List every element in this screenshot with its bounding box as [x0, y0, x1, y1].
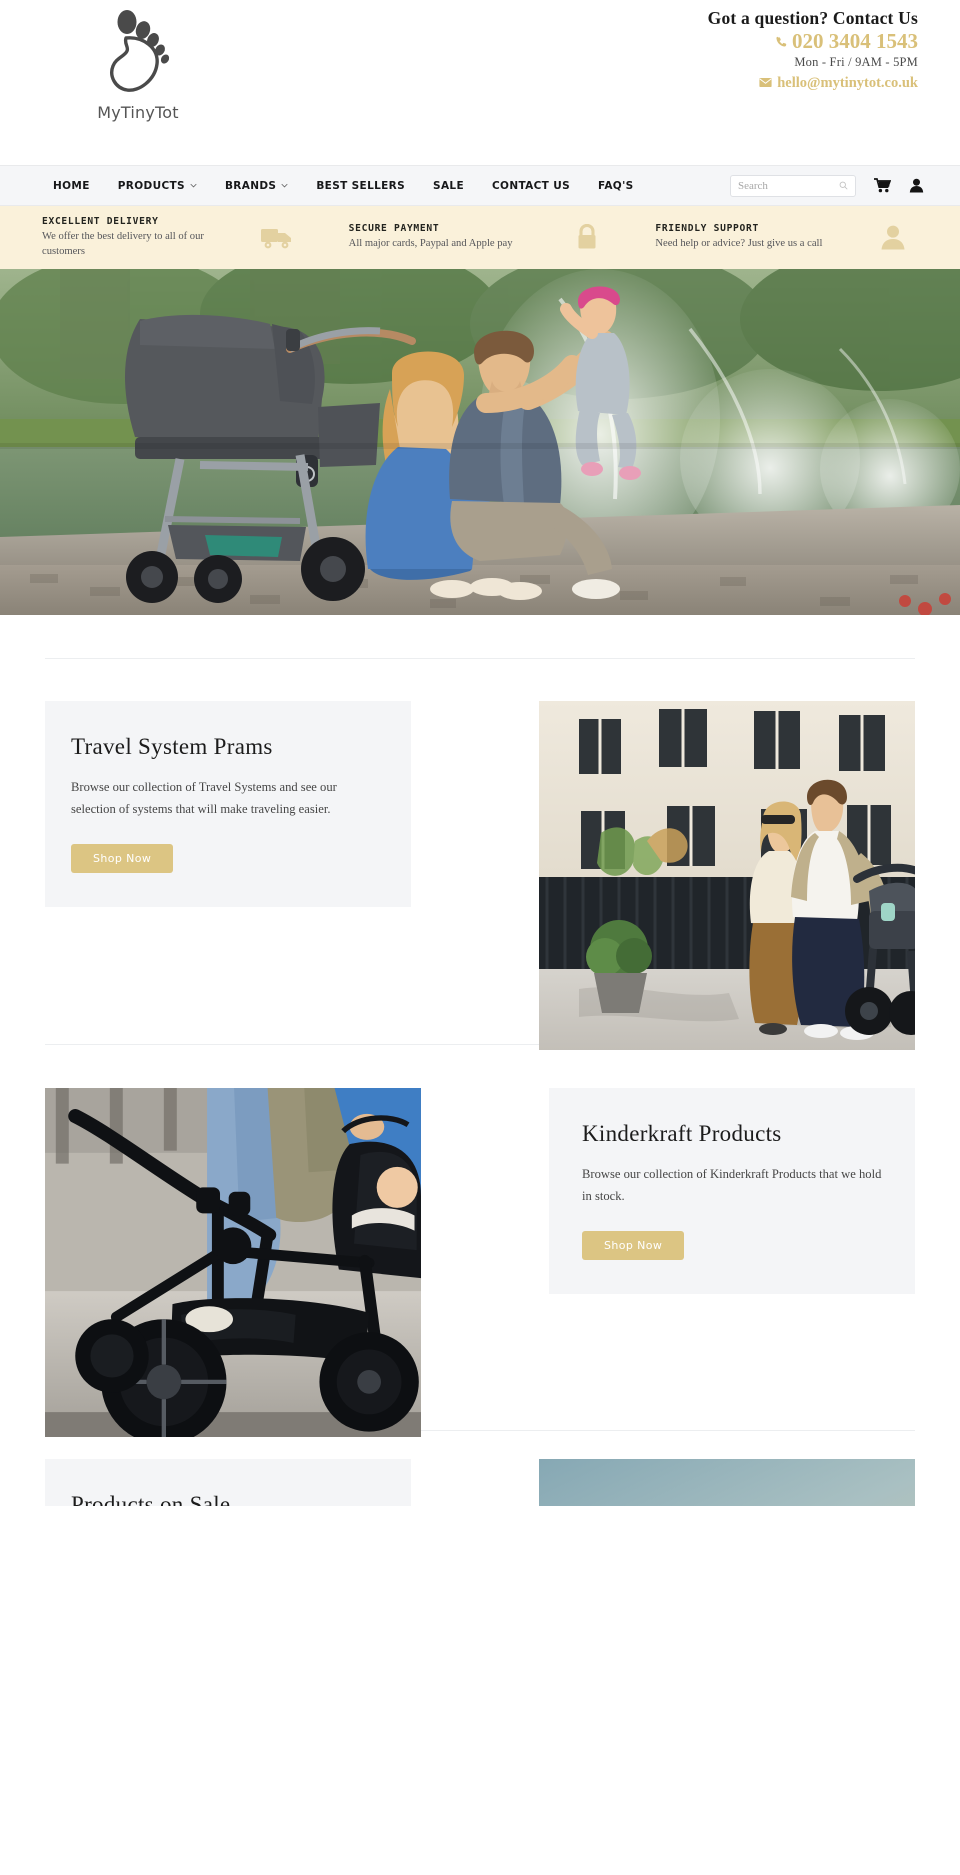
benefit-subtitle: We offer the best delivery to all of our…: [42, 231, 204, 257]
promo-section-products-on-sale: Products on Sale Browse our products tha…: [45, 1431, 915, 1506]
contact-phone[interactable]: 020 3404 1543: [708, 29, 918, 53]
search-box[interactable]: [730, 174, 856, 197]
nav-utilities: [730, 174, 924, 197]
nav-item-products[interactable]: PRODUCTS: [104, 180, 211, 192]
hero-banner: [0, 269, 960, 615]
nav-label: SALE: [433, 179, 464, 192]
promo-description: Browse our collection of Travel Systems …: [71, 780, 337, 816]
nav-item-sale[interactable]: SALE: [419, 180, 478, 192]
benefit-title: EXCELLENT DELIVERY: [42, 216, 159, 228]
chevron-down-icon: [190, 183, 197, 188]
footprint-icon: [110, 10, 170, 92]
envelope-icon: [759, 78, 772, 88]
phone-icon: [776, 36, 787, 47]
nav-label: BEST SELLERS: [316, 179, 406, 192]
nav-item-home[interactable]: HOME: [53, 180, 104, 192]
benefits-bar: EXCELLENT DELIVERY We offer the best del…: [0, 206, 960, 269]
promo-title: Products on Sale: [71, 1492, 231, 1506]
promo-description: Browse our collection of Kinderkraft Pro…: [582, 1167, 882, 1203]
delivery-truck-icon: [260, 228, 291, 248]
promo-image: [539, 701, 915, 1050]
promo-image-products-on-sale: [539, 1459, 915, 1506]
shopping-cart-icon[interactable]: [874, 178, 891, 193]
benefit-subtitle: All major cards, Paypal and Apple pay: [348, 238, 513, 250]
main-navigation: HOME PRODUCTS BRANDS BEST SELLERS SALE C…: [0, 165, 960, 206]
search-input[interactable]: [738, 179, 839, 192]
nav-label: HOME: [53, 179, 90, 192]
search-icon[interactable]: [839, 181, 848, 190]
benefit-title: FRIENDLY SUPPORT: [655, 223, 759, 235]
promo-section-travel-system-prams: Travel System Prams Browse our collectio…: [45, 659, 915, 1050]
promo-image: [539, 1459, 915, 1506]
promo-image-travel-system: [539, 701, 915, 1050]
main-content: Travel System Prams Browse our collectio…: [0, 615, 960, 1506]
contact-phone-number: 020 3404 1543: [792, 29, 918, 54]
nav-item-brands[interactable]: BRANDS: [211, 180, 302, 192]
nav-label: FAQ'S: [598, 179, 634, 192]
promo-image: [45, 1088, 421, 1437]
nav-links: HOME PRODUCTS BRANDS BEST SELLERS SALE C…: [53, 180, 648, 192]
benefit-friendly-support: FRIENDLY SUPPORT Need help or advice? Ju…: [613, 223, 920, 251]
contact-email[interactable]: hello@mytinytot.co.uk: [708, 75, 918, 92]
padlock-icon: [578, 224, 596, 249]
benefit-title: SECURE PAYMENT: [348, 223, 440, 235]
user-account-icon[interactable]: [909, 178, 924, 193]
nav-label: BRANDS: [224, 179, 277, 192]
nav-label: CONTACT US: [491, 179, 570, 192]
nav-item-faqs[interactable]: FAQ'S: [584, 180, 648, 192]
promo-card: Kinderkraft Products Browse our collecti…: [549, 1088, 915, 1295]
promo-image-kinderkraft: [45, 1088, 421, 1437]
promo-title: Kinderkraft Products: [582, 1121, 782, 1146]
contact-hours: Mon - Fri / 9AM - 5PM: [794, 55, 918, 70]
nav-label: PRODUCTS: [117, 179, 185, 192]
promo-card: Products on Sale Browse our products tha…: [45, 1459, 411, 1506]
shop-now-button[interactable]: Shop Now: [71, 844, 174, 874]
promo-section-kinderkraft-products: Kinderkraft Products Browse our collecti…: [45, 1045, 915, 1437]
promo-card: Travel System Prams Browse our collectio…: [45, 701, 411, 908]
nav-item-best-sellers[interactable]: BEST SELLERS: [302, 180, 419, 192]
hero-image: [0, 269, 960, 615]
logo-wordmark: MyTinyTot: [97, 103, 179, 122]
benefit-subtitle: Need help or advice? Just give us a call: [655, 238, 823, 250]
site-logo[interactable]: MyTinyTot: [78, 6, 198, 131]
header-contact-block: Got a question? Contact Us 020 3404 1543…: [708, 8, 918, 91]
site-header: MyTinyTot Got a question? Contact Us 020…: [0, 0, 960, 165]
chevron-down-icon: [281, 183, 288, 188]
contact-title: Got a question? Contact Us: [707, 8, 918, 28]
contact-email-address: hello@mytinytot.co.uk: [777, 74, 918, 91]
benefit-secure-payment: SECURE PAYMENT All major cards, Paypal a…: [307, 223, 614, 251]
promo-title: Travel System Prams: [71, 734, 273, 759]
support-person-icon: [881, 226, 905, 250]
shop-now-button[interactable]: Shop Now: [582, 1231, 685, 1261]
benefit-excellent-delivery: EXCELLENT DELIVERY We offer the best del…: [40, 216, 307, 259]
nav-item-contact-us[interactable]: CONTACT US: [478, 180, 584, 192]
